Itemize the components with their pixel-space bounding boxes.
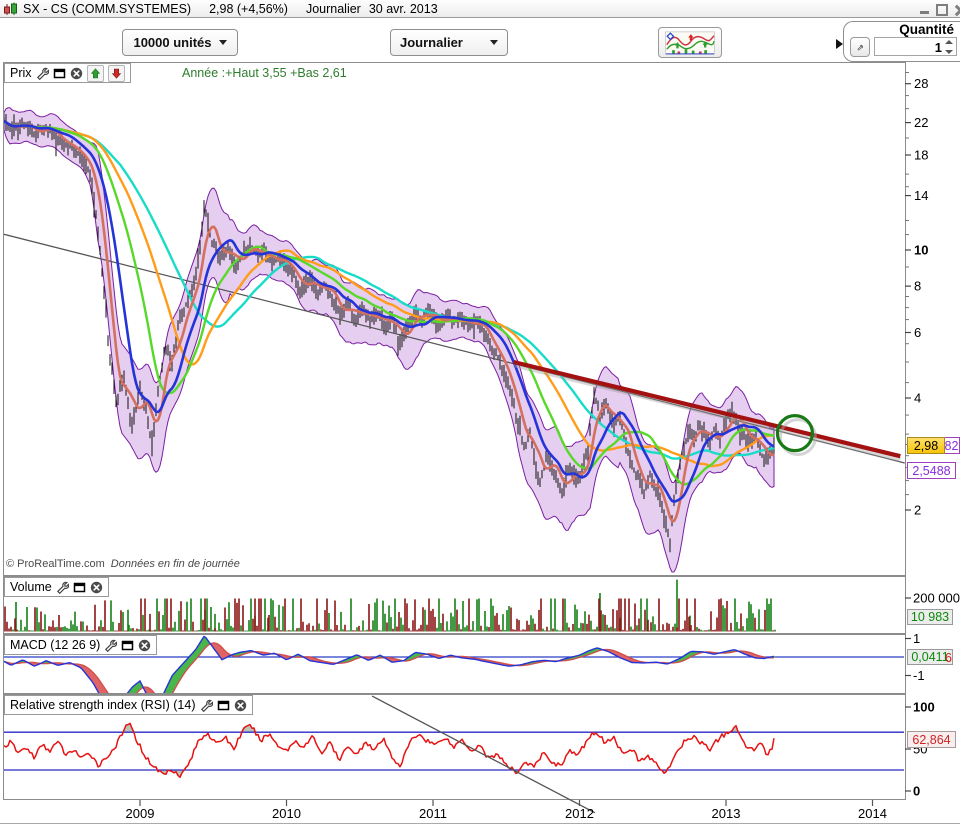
volume-value-label: 10 983	[907, 609, 953, 625]
period-dropdown-label: Journalier	[400, 35, 463, 50]
svg-text:22: 22	[914, 115, 928, 130]
rsi-value-label: 62,864	[907, 731, 956, 748]
collapse-panel-arrow-icon[interactable]	[836, 39, 843, 49]
maximize-button[interactable]	[936, 4, 948, 16]
quantity-label: Quantité	[858, 22, 954, 37]
close-icon[interactable]	[138, 639, 151, 652]
volume-panel-title: Volume	[10, 580, 52, 594]
svg-text:10: 10	[914, 243, 928, 258]
svg-text:8: 8	[914, 279, 921, 294]
price-annotation: Année :+Haut 3,55 +Bas 2,61	[182, 66, 347, 80]
svg-text:-1: -1	[913, 668, 925, 683]
close-icon[interactable]	[90, 581, 103, 594]
quantity-input[interactable]: 1	[874, 37, 957, 56]
scroll-down-button[interactable]	[108, 65, 125, 82]
rsi-panel-title: Relative strength index (RSI) (14)	[10, 698, 196, 712]
chevron-down-icon	[219, 40, 227, 45]
minimize-button[interactable]	[920, 11, 929, 14]
quantity-value: 1	[935, 40, 942, 55]
last-price-text: 2,98 (+4,56%)	[209, 2, 288, 16]
copyright: © ProRealTime.com Données en fin de journ…	[6, 558, 240, 570]
date-text: 30 avr. 2013	[369, 2, 438, 16]
last-price-label: 2,98	[907, 437, 945, 454]
wrench-icon[interactable]	[56, 581, 69, 594]
units-dropdown-label: 10000 unités	[133, 35, 211, 50]
svg-text:6: 6	[914, 325, 921, 340]
wrench-icon[interactable]	[104, 639, 117, 652]
copyright-brand: © ProRealTime.com	[6, 558, 105, 570]
quantity-spinner[interactable]	[945, 40, 954, 54]
svg-text:18: 18	[914, 148, 928, 163]
window-icon[interactable]	[73, 581, 86, 594]
candlestick-app-icon	[3, 2, 19, 16]
symbol-title: SX - CS (COMM.SYSTEMES)	[23, 2, 191, 16]
price-panel-title: Prix	[10, 66, 32, 80]
timeframe-text: Journalier	[306, 2, 361, 16]
spinner-down-icon	[945, 50, 953, 54]
svg-text:2013: 2013	[712, 806, 741, 821]
svg-text:28: 28	[914, 76, 928, 91]
macd-panel-header: MACD (12 26 9)	[4, 635, 157, 655]
wrench-icon[interactable]	[36, 67, 49, 80]
band-lower-price-label: 2,5488	[907, 462, 956, 479]
svg-text:100: 100	[913, 700, 935, 715]
copyright-note: Données en fin de journée	[111, 558, 240, 570]
chart-type-icon	[665, 30, 715, 56]
svg-text:2011: 2011	[419, 806, 447, 821]
chart-type-button[interactable]	[658, 27, 722, 58]
svg-text:2010: 2010	[272, 806, 301, 821]
wrench-icon	[857, 41, 863, 54]
svg-text:200 000: 200 000	[913, 591, 960, 606]
svg-text:2009: 2009	[126, 806, 155, 821]
macd-value: 0,0411	[911, 650, 948, 664]
window-icon[interactable]	[53, 67, 66, 80]
period-dropdown[interactable]: Journalier	[390, 29, 508, 56]
svg-text:0: 0	[913, 784, 920, 799]
wrench-icon[interactable]	[200, 699, 213, 712]
macd-value-label: 0,0411 6	[907, 649, 953, 665]
close-icon[interactable]	[70, 67, 83, 80]
rsi-panel-header: Relative strength index (RSI) (14)	[4, 695, 253, 715]
svg-text:14: 14	[914, 188, 928, 203]
app-window: SX - CS (COMM.SYSTEMES) 2,98 (+4,56%) Jo…	[0, 0, 960, 826]
window-icon[interactable]	[121, 639, 134, 652]
window-icon[interactable]	[217, 699, 230, 712]
svg-text:4: 4	[914, 391, 921, 406]
band-upper-price-label: 82	[943, 437, 960, 454]
macd-panel-title: MACD (12 26 9)	[10, 638, 100, 652]
scroll-up-button[interactable]	[87, 65, 104, 82]
units-dropdown[interactable]: 10000 unités	[122, 29, 238, 56]
macd-signal-partial: 6	[945, 651, 952, 665]
volume-panel-header: Volume	[4, 577, 109, 597]
title-bar: SX - CS (COMM.SYSTEMES) 2,98 (+4,56%) Jo…	[0, 0, 960, 18]
close-icon[interactable]	[234, 699, 247, 712]
close-window-button[interactable]	[955, 5, 960, 15]
red-down-arrow-icon	[110, 67, 123, 80]
svg-text:2: 2	[914, 503, 921, 518]
order-settings-wrench-button[interactable]	[850, 37, 870, 57]
price-panel-header: Prix	[4, 63, 131, 83]
svg-text:2012: 2012	[565, 806, 594, 821]
spinner-up-icon	[945, 40, 953, 44]
green-up-arrow-icon	[89, 67, 102, 80]
svg-text:1: 1	[913, 631, 920, 646]
svg-text:2014: 2014	[858, 806, 887, 821]
chevron-down-icon	[490, 40, 498, 45]
window-controls	[920, 2, 960, 16]
